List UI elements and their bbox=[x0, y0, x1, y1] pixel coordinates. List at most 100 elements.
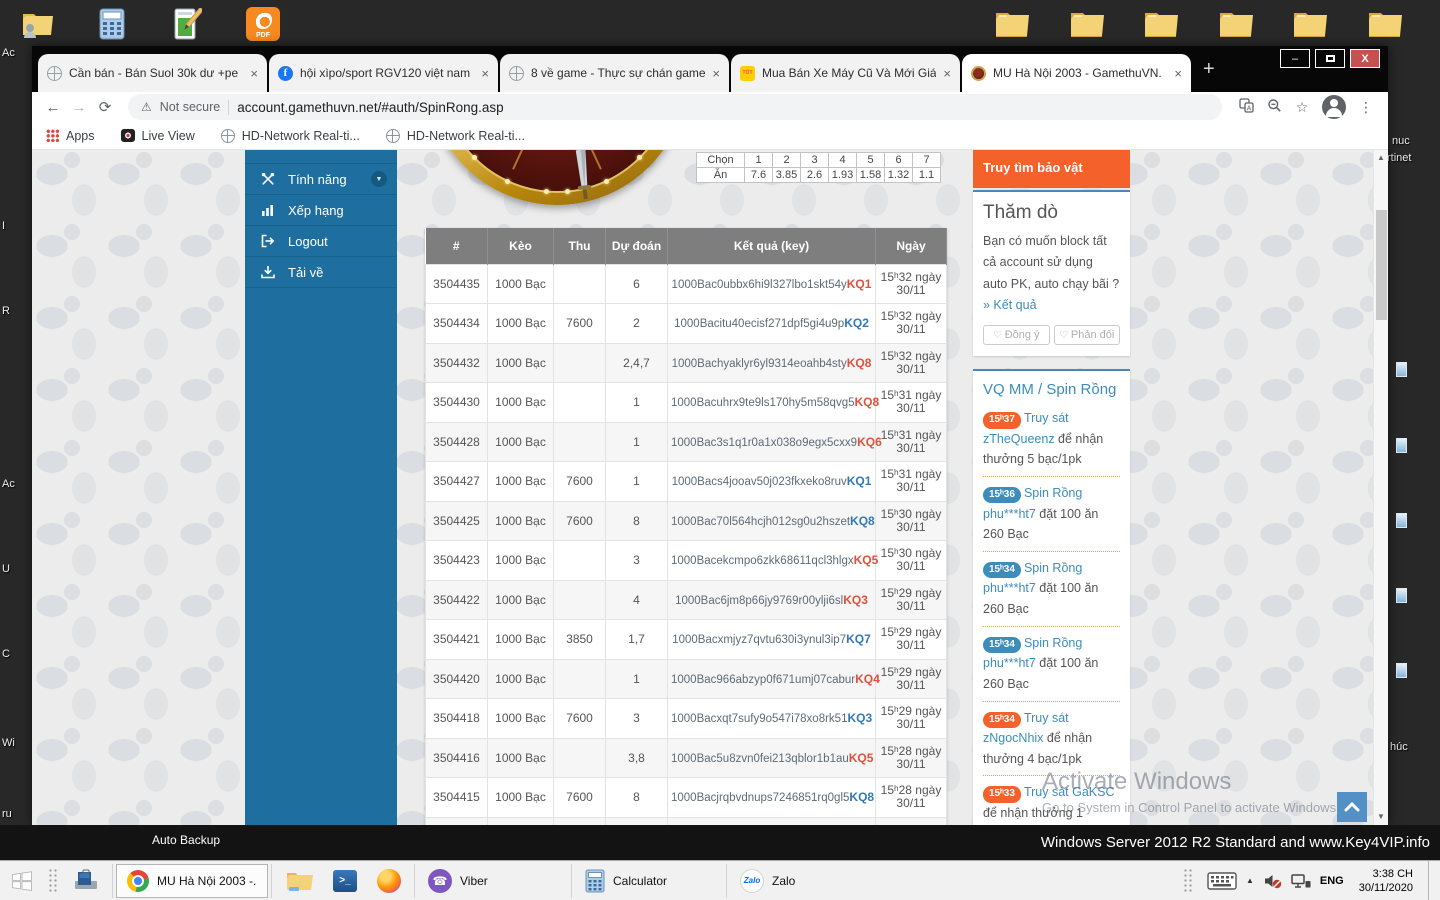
tab-close-icon[interactable]: × bbox=[1174, 66, 1182, 81]
scrollbar-down-arrow[interactable]: ▼ bbox=[1374, 809, 1388, 825]
odds-cell: 1 bbox=[745, 153, 773, 168]
sidebar-item-features[interactable]: Tính năng▼ bbox=[245, 164, 397, 195]
table-row: 35044321000 Bạc2,4,71000Bachyaklyr6yl931… bbox=[426, 343, 947, 383]
scroll-to-top-button[interactable] bbox=[1337, 792, 1367, 822]
desktop-folder-icon[interactable] bbox=[1365, 6, 1405, 42]
chevron-down-icon[interactable]: ▼ bbox=[371, 171, 387, 187]
bookmark-star-icon[interactable]: ☆ bbox=[1288, 99, 1316, 116]
chrome-window-label: MU Hà Nội 2003 -... bbox=[157, 874, 257, 888]
profile-avatar[interactable] bbox=[1322, 95, 1346, 119]
sidebar-item-download[interactable]: Tải về bbox=[245, 257, 397, 288]
start-button[interactable] bbox=[0, 861, 44, 900]
desktop-mini-icon[interactable] bbox=[1396, 513, 1407, 528]
desktop-icon-foxit-pdf[interactable]: PDF bbox=[243, 6, 283, 42]
taskbar-powershell-button[interactable]: >_ bbox=[323, 864, 367, 898]
spin-wheel[interactable] bbox=[427, 150, 687, 205]
auto-backup-label[interactable]: Auto Backup bbox=[152, 833, 220, 847]
desktop-icon-notepad[interactable] bbox=[167, 6, 207, 42]
treasure-hunt-banner[interactable]: Truy tìm bảo vật bbox=[973, 150, 1130, 188]
poll-result-link[interactable]: » Kết quả bbox=[983, 298, 1037, 312]
desktop-mini-icon[interactable] bbox=[1396, 663, 1407, 678]
bookmark-item[interactable]: HD-Network Real-ti... bbox=[386, 129, 525, 143]
poll-title: Thăm dò bbox=[983, 202, 1120, 224]
tray-expand-arrow[interactable]: ▲ bbox=[1246, 876, 1254, 885]
browser-tab[interactable]: Cần bán - Bán Suol 30k dư +pe× bbox=[38, 54, 267, 92]
key-text: 1000Bac0ubbx6hi9l327lbo1skt54y bbox=[672, 279, 847, 291]
player-link[interactable]: Truy sát GaKSC bbox=[1024, 785, 1115, 799]
zoom-icon[interactable] bbox=[1260, 98, 1288, 116]
taskbar-calculator-button[interactable]: Calculator bbox=[575, 864, 723, 898]
clock-time: 3:38 CH bbox=[1359, 867, 1413, 881]
desktop-icon-user-folder[interactable] bbox=[18, 6, 58, 42]
show-desktop-button[interactable] bbox=[1428, 861, 1436, 900]
desktop-mini-icon[interactable] bbox=[1396, 588, 1407, 603]
touch-keyboard-icon[interactable] bbox=[1207, 872, 1237, 890]
zalo-icon: Zalo bbox=[740, 869, 764, 893]
desktop-folder-icon[interactable] bbox=[1290, 6, 1330, 42]
desktop-folder-icon[interactable] bbox=[1067, 6, 1107, 42]
maximize-button[interactable] bbox=[1315, 49, 1345, 68]
desktop-folder-icon[interactable] bbox=[1141, 6, 1181, 42]
translate-icon[interactable]: A bbox=[1232, 98, 1260, 116]
viber-label: Viber bbox=[460, 874, 488, 888]
new-tab-button[interactable]: + bbox=[1203, 54, 1215, 84]
poll-card: Thăm dò Bạn có muốn block tất cả account… bbox=[973, 190, 1130, 356]
taskbar-zalo-button[interactable]: Zalo Zalo bbox=[730, 864, 900, 898]
browser-tab[interactable]: TỐTMua Bán Xe Máy Cũ Và Mới Giá× bbox=[731, 54, 960, 92]
cell-id: 3504422 bbox=[426, 580, 488, 620]
close-button[interactable]: X bbox=[1350, 49, 1380, 68]
os-info-band: Auto Backup Windows Server 2012 R2 Stand… bbox=[0, 825, 1440, 860]
server-manager-button[interactable] bbox=[63, 864, 109, 898]
url-text[interactable]: account.gamethuvn.net/#auth/SpinRong.asp bbox=[237, 100, 503, 115]
cell-date: 15ʰ31 ngày30/11 bbox=[876, 383, 947, 423]
taskbar-grip[interactable] bbox=[48, 868, 59, 894]
scrollbar-up-arrow[interactable]: ▲ bbox=[1374, 150, 1388, 166]
odds-cell: Ăn bbox=[697, 168, 745, 183]
camera-icon bbox=[121, 129, 135, 142]
desktop-mini-icon[interactable] bbox=[1396, 362, 1407, 377]
agree-button[interactable]: ♡ Đồng ý bbox=[983, 325, 1050, 345]
scrollbar-thumb[interactable] bbox=[1376, 210, 1387, 320]
taskbar-explorer-button[interactable] bbox=[275, 864, 323, 898]
security-label[interactable]: Not secure bbox=[160, 100, 220, 114]
desktop-folder-icon[interactable] bbox=[992, 6, 1032, 42]
taskbar-clock[interactable]: 3:38 CH 30/11/2020 bbox=[1359, 867, 1413, 895]
key-text: 1000Bac6jm8p66jy9769r00ylji6sl bbox=[675, 595, 843, 607]
desktop-icon-calculator[interactable] bbox=[92, 6, 132, 42]
desktop-mini-icon[interactable] bbox=[1396, 438, 1407, 453]
taskbar-viber-button[interactable]: ☎ Viber bbox=[418, 864, 568, 898]
bookmark-item[interactable]: Live View bbox=[121, 129, 195, 143]
browser-tab[interactable]: fhội xìpo/sport RGV120 việt nam× bbox=[269, 54, 498, 92]
bookmark-item[interactable]: HD-Network Real-ti... bbox=[221, 129, 360, 143]
tab-close-icon[interactable]: × bbox=[712, 66, 720, 81]
table-row: 35044231000 Bạc31000Bacekcmpo6zkk68611qc… bbox=[426, 541, 947, 581]
date-time: 15ʰ30 ngày bbox=[879, 508, 943, 521]
cell-thu: 7600 bbox=[554, 699, 606, 739]
taskbar-firefox-button[interactable] bbox=[367, 864, 411, 898]
browser-tab[interactable]: 8 về game - Thực sự chán game× bbox=[500, 54, 729, 92]
bookmark-item[interactable]: Apps bbox=[46, 129, 95, 143]
sidebar-item-ranking[interactable]: Xếp hạng bbox=[245, 195, 397, 226]
odds-cell: 3 bbox=[801, 153, 829, 168]
minimize-button[interactable]: – bbox=[1280, 49, 1310, 68]
tray-grip[interactable] bbox=[1183, 868, 1194, 894]
address-bar[interactable]: ⚠ Not secure account.gamethuvn.net/#auth… bbox=[128, 94, 1222, 120]
network-icon[interactable] bbox=[1291, 873, 1311, 889]
reload-button[interactable]: ⟳ bbox=[92, 98, 118, 116]
tab-close-icon[interactable]: × bbox=[481, 66, 489, 81]
sidebar-item-logout[interactable]: Logout bbox=[245, 226, 397, 257]
chrome-menu-icon[interactable]: ⋮ bbox=[1352, 99, 1380, 116]
time-badge: 15ʰ34 bbox=[983, 637, 1021, 654]
disagree-button[interactable]: ♡ Phản đối bbox=[1054, 325, 1121, 345]
desktop-folder-icon[interactable] bbox=[1216, 6, 1256, 42]
browser-tab[interactable]: MU Hà Nội 2003 - GamethuVN.× bbox=[962, 54, 1191, 92]
back-button[interactable]: ← bbox=[40, 99, 66, 116]
language-indicator[interactable]: ENG bbox=[1320, 875, 1344, 887]
forward-button[interactable]: → bbox=[66, 99, 92, 116]
tab-close-icon[interactable]: × bbox=[250, 66, 258, 81]
page-scrollbar[interactable]: ▲ ▼ bbox=[1373, 150, 1388, 825]
tab-close-icon[interactable]: × bbox=[943, 66, 951, 81]
volume-muted-icon[interactable] bbox=[1263, 873, 1282, 889]
results-header-cell: Thu bbox=[554, 228, 606, 264]
taskbar-chrome-window[interactable]: MU Hà Nội 2003 -... bbox=[116, 864, 268, 898]
